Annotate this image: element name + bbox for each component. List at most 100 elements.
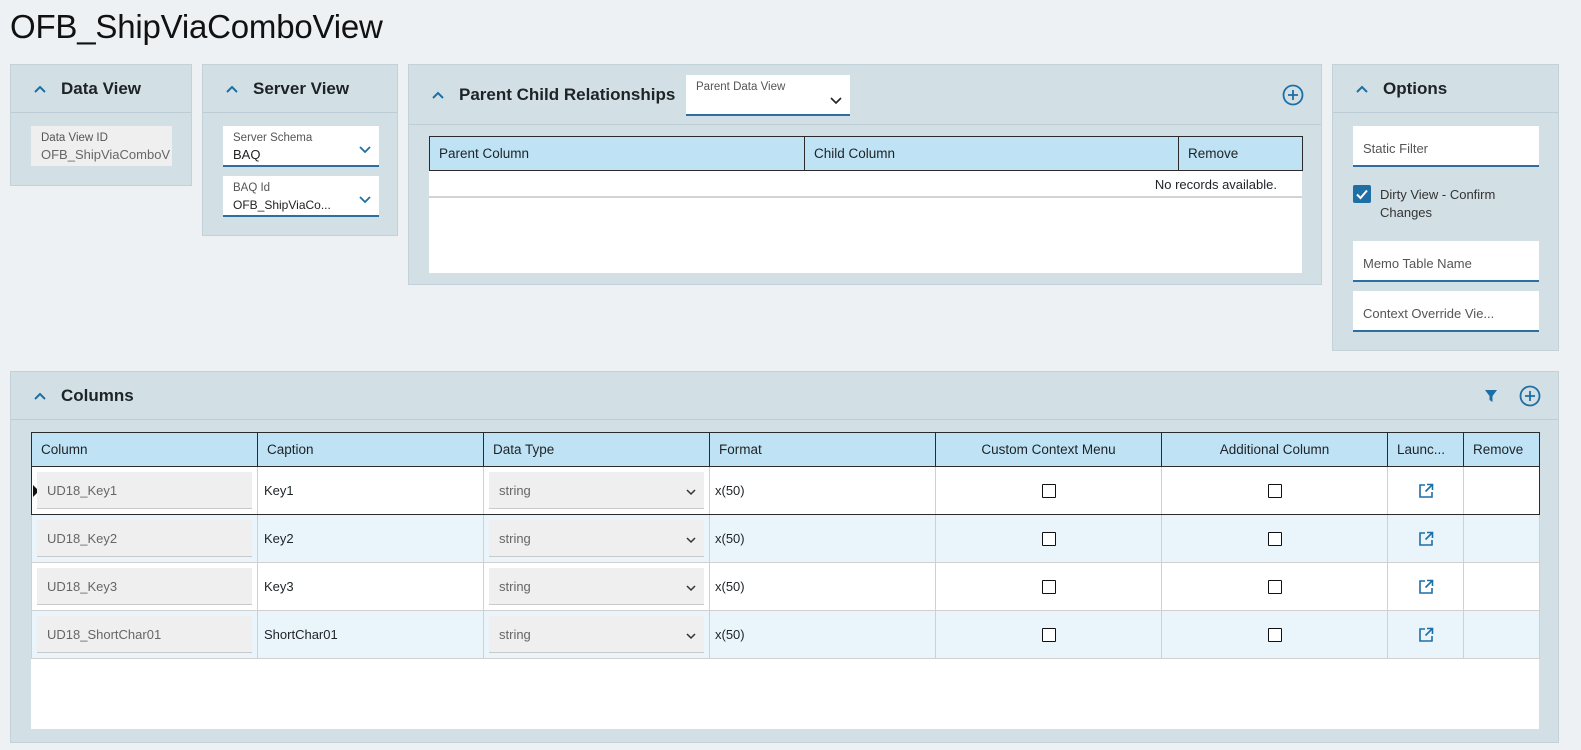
- options-header[interactable]: Options: [1333, 65, 1558, 113]
- additional-column-checkbox[interactable]: [1267, 579, 1282, 594]
- format-value[interactable]: x(50): [710, 627, 745, 642]
- data-type-select[interactable]: string: [489, 472, 704, 509]
- additional-column-checkbox[interactable]: [1267, 627, 1282, 642]
- chevron-down-icon[interactable]: [686, 633, 696, 640]
- data-type-value: string: [499, 578, 531, 594]
- launch-icon[interactable]: [1418, 579, 1434, 595]
- server-schema-label: Server Schema: [233, 132, 313, 144]
- server-schema-select[interactable]: Server Schema BAQ: [223, 126, 379, 167]
- caption-value[interactable]: Key3: [258, 579, 294, 594]
- parent-child-panel: Parent Child Relationships Parent Data V…: [408, 64, 1322, 285]
- remove-cell[interactable]: [1463, 610, 1540, 659]
- custom-context-menu-checkbox[interactable]: [1041, 483, 1056, 498]
- static-filter-input[interactable]: Static Filter: [1353, 126, 1539, 167]
- custom-context-menu-checkbox[interactable]: [1041, 627, 1056, 642]
- data-type-header[interactable]: Data Type: [483, 432, 710, 467]
- columns-grid: Column Caption Data Type Format Custom C…: [31, 432, 1540, 729]
- column-header[interactable]: Column: [31, 432, 258, 467]
- caption-header[interactable]: Caption: [257, 432, 484, 467]
- memo-table-placeholder: Memo Table Name: [1363, 256, 1472, 271]
- chevron-up-icon[interactable]: [225, 82, 239, 96]
- chevron-down-icon[interactable]: [830, 97, 842, 105]
- child-column-header[interactable]: Child Column: [804, 136, 1179, 171]
- data-view-id-value: OFB_ShipViaComboV: [41, 147, 170, 162]
- custom-context-menu-checkbox[interactable]: [1041, 579, 1056, 594]
- chevron-up-icon[interactable]: [33, 389, 47, 403]
- chevron-down-icon[interactable]: [686, 489, 696, 496]
- parent-column-header[interactable]: Parent Column: [429, 136, 805, 171]
- format-cell[interactable]: x(50): [709, 562, 936, 611]
- data-view-title: Data View: [61, 78, 142, 98]
- data-type-cell[interactable]: string: [483, 610, 710, 659]
- data-view-header[interactable]: Data View: [11, 65, 191, 113]
- columns-title: Columns: [61, 385, 134, 405]
- caption-cell[interactable]: Key3: [257, 562, 484, 611]
- filter-icon[interactable]: [1484, 389, 1498, 403]
- data-type-select[interactable]: string: [489, 616, 704, 653]
- memo-table-name-input[interactable]: Memo Table Name: [1353, 241, 1539, 282]
- chevron-down-icon[interactable]: [359, 146, 371, 154]
- caption-value[interactable]: Key1: [258, 483, 294, 498]
- caption-value[interactable]: ShortChar01: [258, 627, 338, 642]
- format-value[interactable]: x(50): [710, 579, 745, 594]
- column-name-value: UD18_Key2: [37, 520, 252, 557]
- server-view-panel: Server View Server Schema BAQ BAQ Id OFB…: [202, 64, 398, 236]
- data-type-cell[interactable]: string: [483, 466, 710, 515]
- parent-data-view-select[interactable]: Parent Data View: [686, 75, 850, 116]
- format-header[interactable]: Format: [709, 432, 936, 467]
- remove-header[interactable]: Remove: [1463, 432, 1540, 467]
- remove-cell[interactable]: [1463, 562, 1540, 611]
- caption-cell[interactable]: Key1: [257, 466, 484, 515]
- additional-column-header[interactable]: Additional Column: [1161, 432, 1388, 467]
- additional-column-checkbox[interactable]: [1267, 483, 1282, 498]
- caption-cell[interactable]: Key2: [257, 514, 484, 563]
- custom-context-menu-header[interactable]: Custom Context Menu: [935, 432, 1162, 467]
- chevron-up-icon[interactable]: [1355, 82, 1369, 96]
- dirty-view-checkbox-row[interactable]: Dirty View - Confirm Changes: [1353, 185, 1543, 225]
- table-row[interactable]: UD18_ShortChar01 ShortChar01 string x(50): [31, 610, 1540, 659]
- baq-id-select[interactable]: BAQ Id OFB_ShipViaCo...: [223, 176, 379, 217]
- remove-cell[interactable]: [1463, 466, 1540, 515]
- parent-child-title: Parent Child Relationships: [459, 84, 676, 104]
- format-cell[interactable]: x(50): [709, 514, 936, 563]
- context-override-input[interactable]: Context Override Vie...: [1353, 291, 1539, 332]
- empty-message: No records available.: [1154, 177, 1277, 192]
- chevron-down-icon[interactable]: [686, 585, 696, 592]
- launch-header[interactable]: Launc...: [1387, 432, 1464, 467]
- data-type-value: string: [499, 482, 531, 498]
- column-name-value: UD18_Key1: [37, 472, 252, 509]
- launch-icon[interactable]: [1418, 483, 1434, 499]
- server-view-header[interactable]: Server View: [203, 65, 397, 113]
- format-cell[interactable]: x(50): [709, 466, 936, 515]
- checkbox-checked-icon[interactable]: [1353, 185, 1371, 203]
- data-type-select[interactable]: string: [489, 520, 704, 557]
- launch-cell: [1387, 610, 1464, 659]
- caption-cell[interactable]: ShortChar01: [257, 610, 484, 659]
- add-circle-icon[interactable]: [1519, 385, 1541, 407]
- custom-context-menu-checkbox[interactable]: [1041, 531, 1056, 546]
- data-type-cell[interactable]: string: [483, 514, 710, 563]
- data-type-select[interactable]: string: [489, 568, 704, 605]
- chevron-down-icon[interactable]: [359, 196, 371, 204]
- format-value[interactable]: x(50): [710, 483, 745, 498]
- chevron-up-icon[interactable]: [33, 82, 47, 96]
- table-row[interactable]: UD18_Key1 Key1 string x(50): [31, 466, 1540, 515]
- add-circle-icon[interactable]: [1282, 84, 1304, 106]
- data-type-cell[interactable]: string: [483, 562, 710, 611]
- parent-child-header[interactable]: Parent Child Relationships Parent Data V…: [409, 65, 1321, 125]
- format-cell[interactable]: x(50): [709, 610, 936, 659]
- remove-header[interactable]: Remove: [1178, 136, 1303, 171]
- server-schema-value: BAQ: [233, 147, 261, 162]
- launch-icon[interactable]: [1418, 627, 1434, 643]
- caption-value[interactable]: Key2: [258, 531, 294, 546]
- additional-column-checkbox[interactable]: [1267, 531, 1282, 546]
- baq-id-value: OFB_ShipViaCo...: [233, 198, 331, 212]
- chevron-down-icon[interactable]: [686, 537, 696, 544]
- table-row[interactable]: UD18_Key2 Key2 string x(50): [31, 514, 1540, 563]
- format-value[interactable]: x(50): [710, 531, 745, 546]
- table-row[interactable]: UD18_Key3 Key3 string x(50): [31, 562, 1540, 611]
- launch-icon[interactable]: [1418, 531, 1434, 547]
- columns-header[interactable]: Columns: [11, 372, 1558, 420]
- chevron-up-icon[interactable]: [431, 88, 445, 102]
- remove-cell[interactable]: [1463, 514, 1540, 563]
